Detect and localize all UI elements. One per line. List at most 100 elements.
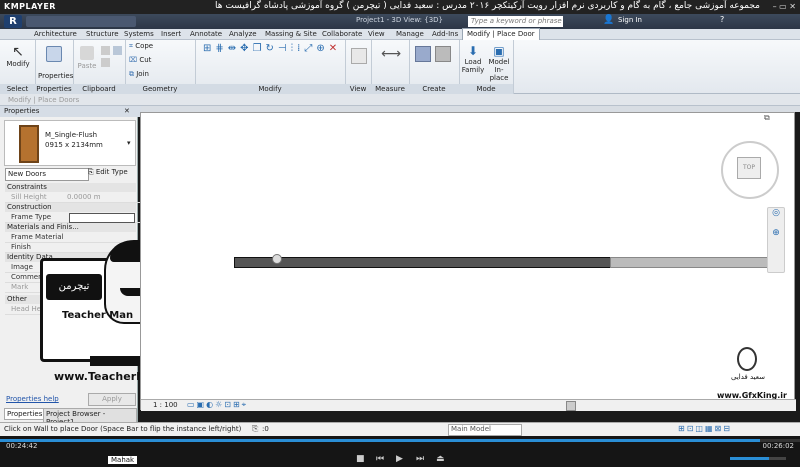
viewcube-top[interactable]: TOP [737,157,761,179]
horizontal-scrollbar-thumb[interactable] [566,401,576,411]
row-value[interactable]: 0.0000 m [67,193,101,202]
properties-button[interactable]: Properties [38,46,74,80]
search-input[interactable]: Type a keyword or phrase [468,16,563,27]
cut-icon[interactable] [101,58,110,67]
split-icon[interactable]: ⫶ [291,43,294,54]
cursor-arrow-icon: ↖ [12,44,24,60]
selection-filter-icons[interactable]: ⊞⊡◫▦⊠⊟ [678,424,732,433]
navigation-bar[interactable]: ◎ ⊕ [767,207,785,273]
section-constraints[interactable]: Constraints [5,183,136,192]
user-icon: 👤 [603,15,615,25]
tab-systems[interactable]: Systems [120,29,158,40]
player-title-bar: KMPLAYER مجموعه آموزشی جامع ، گام به گام… [0,0,800,14]
quick-access-toolbar[interactable] [26,16,136,27]
instance-filter-select[interactable]: New Doors [5,168,89,181]
paste-button[interactable]: Paste [77,46,97,70]
close-icon[interactable]: ✕ [124,107,130,115]
tab-manage[interactable]: Manage [392,29,428,40]
cope-button[interactable]: ⌗ Cope [129,42,153,51]
copy-icon[interactable] [101,46,110,55]
model-inplace-button[interactable]: ▣ Model In-place [486,44,512,82]
tab-collaborate[interactable]: Collaborate [318,29,366,40]
previous-icon[interactable]: ⏮ [376,454,384,464]
tab-analyze[interactable]: Analyze [225,29,261,40]
section-construction[interactable]: Construction [5,203,136,212]
properties-icon [46,46,62,62]
brand-subtitle: Teacher Man [62,310,134,321]
pin-icon[interactable]: ⊕ [316,43,324,54]
help-icon[interactable]: ? [720,15,724,24]
gfxking-watermark: سعید فدایی www.GfxKing.ir [703,345,787,407]
apply-button[interactable]: Apply [88,393,136,406]
create-group-icon[interactable] [435,46,451,62]
view-scale[interactable]: 1 : 100 [153,401,178,409]
load-family-button[interactable]: ⬇ Load Family [461,44,485,74]
family-type: 0915 x 2134mm [45,141,103,149]
steering-wheel-icon[interactable]: ◎ [768,208,784,218]
move-icon[interactable]: ✥ [240,43,248,54]
type-selector[interactable]: M_Single-Flush 0915 x 2134mm ▾ [4,120,136,166]
ribbon: ↖ Modify Select Properties Properties Pa… [0,40,800,94]
viewcube-ring[interactable]: TOP [721,141,779,199]
panel-geometry: ⌗ Cope ⌧ Cut ⧉ Join Geometry [125,40,196,94]
next-icon[interactable]: ⏭ [416,454,424,464]
player-controls: 00:24:42 00:26:02 Mahak ■ ⏮ ▶ ⏭ ⏏ [0,436,800,467]
seek-bar[interactable] [0,439,800,442]
wall-existing[interactable] [610,257,768,268]
delete-icon[interactable]: ✕ [329,43,337,54]
time-elapsed: 00:24:42 [6,442,38,450]
zoom-icon[interactable]: ⊕ [768,228,784,238]
scale-icon[interactable]: ⤢ [304,43,312,54]
tab-architecture[interactable]: Architecture [30,29,81,40]
mirror-icon[interactable]: ⇹ [228,43,236,54]
tab-massing-site[interactable]: Massing & Site [261,29,321,40]
modify-button-label: Modify [6,60,30,68]
open-icon[interactable]: ⏏ [436,454,445,464]
row-value-input[interactable] [69,213,135,223]
tab-insert[interactable]: Insert [157,29,185,40]
player-logo: KMPLAYER [4,2,56,11]
panel-create-label: Create [409,84,459,94]
panel-modify: ⊞ ⋕ ⇹ ✥ ❐ ↻ ⊣ ⫶ ⁞ ⤢ ⊕ ✕ Modify [195,40,346,94]
rotate-icon[interactable]: ↻ [266,43,274,54]
model-inplace-icon: ▣ [493,44,505,58]
cursor-icon [272,254,282,264]
wall-solid[interactable] [234,257,612,268]
stop-icon[interactable]: ■ [356,454,365,464]
play-icon[interactable]: ▶ [396,454,403,464]
edit-type-label: Edit Type [95,168,128,176]
tab-properties[interactable]: Properties [4,408,46,420]
tab-structure[interactable]: Structure [82,29,123,40]
restore-view-icon[interactable]: ⧉ [764,113,778,125]
window-buttons[interactable]: – ▭ ✕ [773,2,796,11]
design-option-select[interactable]: Main Model [448,424,522,436]
match-type-icon[interactable] [113,46,122,55]
sign-in-link[interactable]: Sign In [618,16,642,24]
create-similar-icon[interactable] [415,46,431,62]
view-control-icons[interactable]: ▭▣◐☼⊡⊞⌖ [187,400,248,410]
paste-button-label: Paste [77,62,97,70]
section-materials[interactable]: Materials and Finis... [5,223,136,232]
offset-icon[interactable]: ⋕ [215,43,223,54]
tab-view[interactable]: View [364,29,389,40]
trim-icon[interactable]: ⊣ [278,43,287,54]
tab-add-ins[interactable]: Add-Ins [428,29,462,40]
cut-geometry-button[interactable]: ⌧ Cut [129,56,151,64]
copy-element-icon[interactable]: ❐ [253,43,262,54]
edit-type-button[interactable]: ⎘ Edit Type [88,168,128,177]
status-bar: Click on Wall to place Door (Space Bar t… [0,422,800,436]
properties-help-link[interactable]: Properties help [6,395,59,403]
measure-icon[interactable]: ⟷ [381,46,401,62]
worksets-icon[interactable]: ⎘ [252,424,258,434]
modify-button[interactable]: ↖ Modify [4,44,32,68]
panel-clipboard: Paste Clipboard [73,40,126,94]
tab-annotate[interactable]: Annotate [186,29,226,40]
align-icon[interactable]: ⊞ [203,43,211,54]
join-button[interactable]: ⧉ Join [129,70,149,79]
array-icon[interactable]: ⁞ [297,43,300,54]
view-tool-icon[interactable] [351,48,367,64]
drawing-canvas[interactable]: ⧉ TOP ◎ ⊕ سعید فدایی www.GfxKing.ir 1 : … [140,112,796,411]
application-menu-button[interactable]: R [4,15,22,28]
volume-slider[interactable] [730,457,786,460]
properties-button-label: Properties [38,72,74,80]
